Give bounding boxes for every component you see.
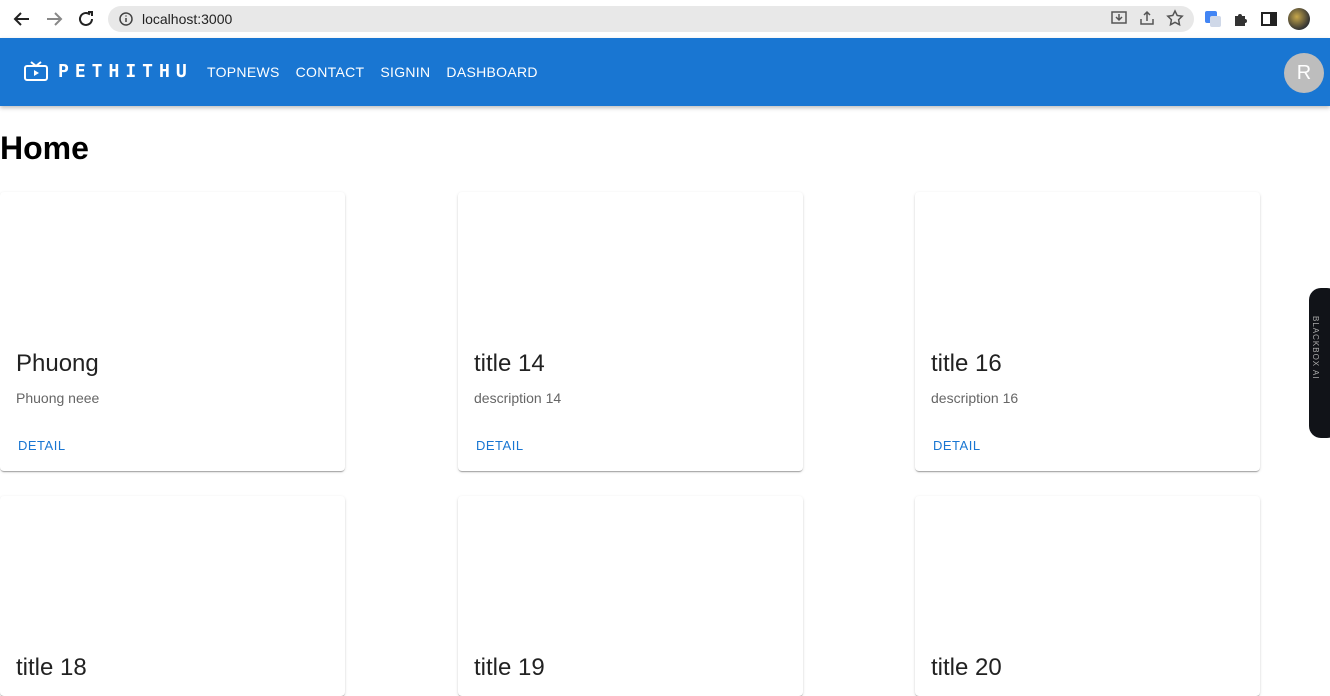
side-panel-icon[interactable] xyxy=(1260,10,1278,28)
user-avatar[interactable]: R xyxy=(1284,53,1324,93)
share-icon[interactable] xyxy=(1138,9,1156,27)
url-text: localhost:3000 xyxy=(142,11,233,27)
card-title: title 20 xyxy=(931,654,1002,681)
blackbox-label: BLACKBOX AI xyxy=(1311,316,1320,380)
address-bar[interactable]: localhost:3000 xyxy=(108,6,1194,32)
bookmark-star-icon[interactable] xyxy=(1166,9,1184,27)
card-description: description 16 xyxy=(931,390,1019,406)
card-description: description 14 xyxy=(474,390,562,406)
browser-profile-avatar[interactable] xyxy=(1288,8,1310,30)
reload-icon xyxy=(79,11,93,26)
arrow-right-icon xyxy=(47,12,63,26)
news-card: title 18 xyxy=(0,496,345,696)
forward-button[interactable] xyxy=(38,3,70,35)
news-card: title 20 xyxy=(915,496,1260,696)
card-title: title 14 xyxy=(474,350,545,377)
app-bar: PETHITHU TOPNEWS CONTACT SIGNIN DASHBOAR… xyxy=(0,38,1330,106)
translate-extension-icon[interactable] xyxy=(1204,10,1222,28)
news-card: title 19 xyxy=(458,496,803,696)
card-title: Phuong xyxy=(16,350,99,377)
browser-toolbar: localhost:3000 xyxy=(0,0,1330,38)
detail-button[interactable]: DETAIL xyxy=(466,432,534,459)
info-icon xyxy=(119,12,133,26)
news-card: Phuong Phuong neee DETAIL xyxy=(0,192,345,471)
card-title: title 19 xyxy=(474,654,545,681)
nav-dashboard[interactable]: DASHBOARD xyxy=(438,62,545,82)
news-card: title 16 description 16 DETAIL xyxy=(915,192,1260,471)
detail-button[interactable]: DETAIL xyxy=(8,432,76,459)
nav-contact[interactable]: CONTACT xyxy=(288,62,373,82)
brand-name: PETHITHU xyxy=(58,60,193,82)
detail-button[interactable]: DETAIL xyxy=(923,432,991,459)
card-title: title 18 xyxy=(16,654,87,681)
back-button[interactable] xyxy=(6,3,38,35)
card-description: Phuong neee xyxy=(16,390,100,406)
extensions-puzzle-icon[interactable] xyxy=(1232,10,1250,28)
reload-button[interactable] xyxy=(70,3,102,35)
install-icon[interactable] xyxy=(1110,9,1128,27)
card-title: title 16 xyxy=(931,350,1002,377)
nav-topnews[interactable]: TOPNEWS xyxy=(199,62,288,82)
news-card: title 14 description 14 DETAIL xyxy=(458,192,803,471)
page-title: Home xyxy=(0,130,89,166)
arrow-left-icon xyxy=(13,12,29,26)
tv-icon xyxy=(24,61,48,81)
main-nav: TOPNEWS CONTACT SIGNIN DASHBOARD xyxy=(199,62,546,82)
nav-signin[interactable]: SIGNIN xyxy=(372,62,438,82)
brand-logo[interactable]: PETHITHU xyxy=(24,60,193,82)
